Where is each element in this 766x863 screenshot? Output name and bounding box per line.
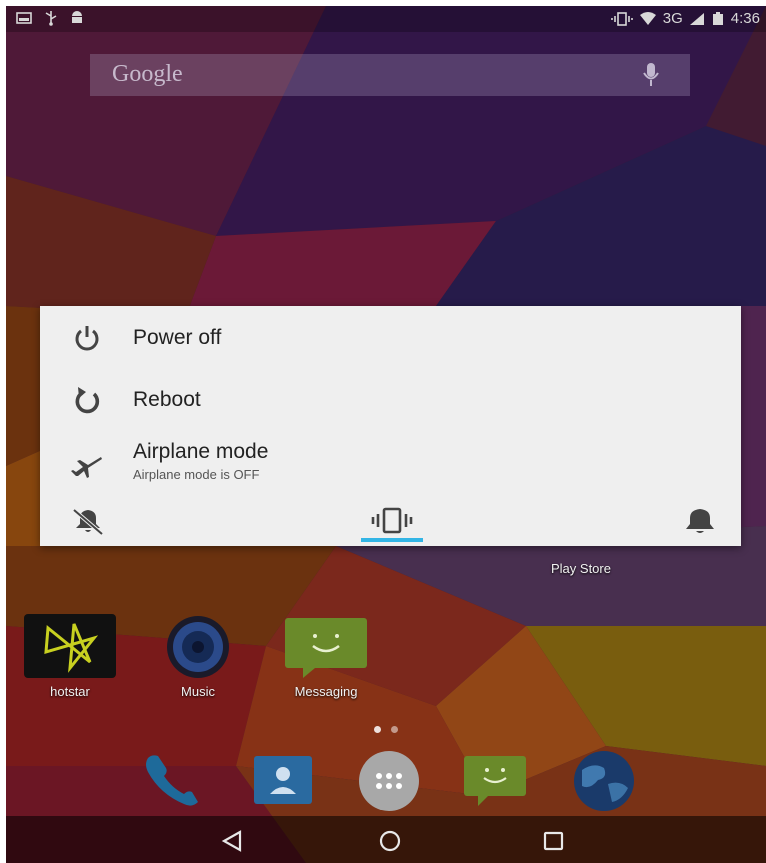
messaging-icon: [285, 618, 367, 678]
home-icon[interactable]: [370, 828, 410, 854]
usb-icon: [45, 11, 57, 26]
phone-screen: 3G 4:36 Google Play Store hotstar Music …: [6, 6, 766, 863]
status-bar: 3G 4:36: [6, 6, 766, 32]
clock: 4:36: [730, 10, 760, 27]
messaging-icon: [464, 756, 526, 806]
android-debug-icon: [72, 11, 82, 23]
reboot-option[interactable]: Reboot: [40, 370, 741, 428]
app-label: hotstar: [50, 684, 90, 699]
browser-icon: [574, 751, 634, 811]
dock-contacts[interactable]: [250, 750, 316, 812]
reboot-label: Reboot: [133, 388, 201, 411]
signal-icon: [689, 12, 704, 25]
airplane-mode-label: Airplane mode: [133, 440, 269, 463]
reboot-icon: [75, 387, 100, 414]
page-dot: [391, 726, 398, 733]
wifi-icon: [639, 11, 656, 25]
sound-mode-icon[interactable]: [670, 504, 730, 538]
dock-browser[interactable]: [568, 750, 634, 812]
app-drawer-icon: [359, 751, 419, 811]
app-label: Music: [181, 684, 215, 699]
power-icon: [75, 326, 99, 351]
navigation-bar: [6, 816, 766, 863]
power-off-label: Power off: [133, 326, 222, 349]
app-messaging[interactable]: Messaging: [276, 614, 376, 706]
screenshot-icon: [16, 12, 32, 24]
page-dot-active: [374, 726, 381, 733]
app-music[interactable]: Music: [148, 614, 248, 706]
airplane-icon: [71, 457, 102, 478]
app-hotstar[interactable]: hotstar: [20, 614, 120, 706]
selected-mode-indicator: [361, 538, 423, 542]
dock-app-drawer[interactable]: [356, 750, 422, 812]
vibrate-mode-icon[interactable]: [362, 504, 422, 538]
contacts-icon: [254, 756, 312, 804]
recents-icon[interactable]: [534, 828, 574, 854]
mic-icon[interactable]: [642, 62, 660, 88]
airplane-mode-option[interactable]: Airplane mode Airplane mode is OFF: [40, 432, 741, 490]
page-indicator: [374, 726, 398, 733]
hotstar-icon: [24, 614, 116, 678]
network-type: 3G: [662, 10, 683, 27]
phone-icon: [146, 755, 198, 806]
dock-phone[interactable]: [138, 750, 204, 812]
power-off-option[interactable]: Power off: [40, 308, 741, 366]
battery-icon: [712, 11, 723, 25]
app-label-play-store[interactable]: Play Store: [536, 561, 626, 576]
google-logo: Google: [112, 61, 183, 87]
power-options-dialog: Power off Reboot Airplane mode Airplane …: [40, 306, 741, 546]
back-icon[interactable]: [212, 828, 252, 854]
silent-mode-icon[interactable]: [58, 504, 118, 538]
vibrate-status-icon: [610, 11, 633, 26]
google-search-bar[interactable]: Google: [90, 54, 690, 96]
dock-messaging[interactable]: [462, 750, 528, 812]
music-speaker-icon: [167, 616, 229, 678]
app-label: Messaging: [294, 684, 358, 699]
airplane-mode-status: Airplane mode is OFF: [133, 467, 260, 482]
